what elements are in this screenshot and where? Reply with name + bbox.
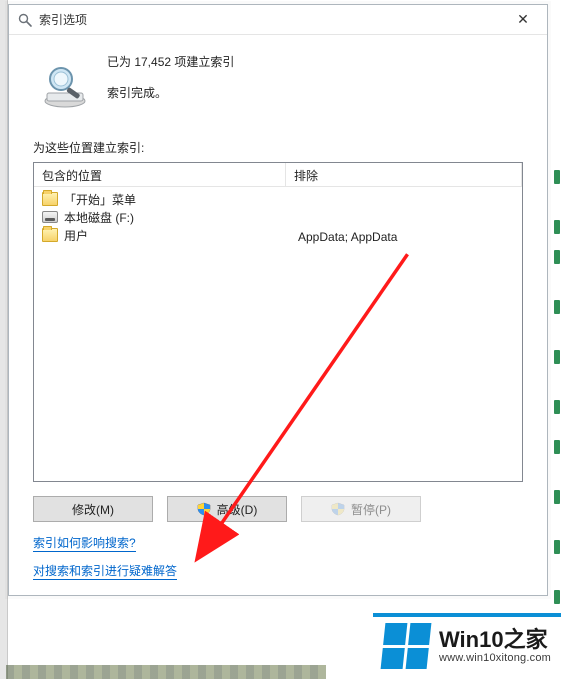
watermark: Win10之家 www.win10xitong.com	[373, 613, 561, 675]
buttons-row: 修改(M) 高级(D)	[33, 496, 523, 522]
modify-label: 修改(M)	[72, 501, 114, 518]
locations-list: 包含的位置 排除 「开始」菜单 本地磁盘 (F:) 用户	[33, 162, 523, 482]
advanced-label: 高级(D)	[217, 501, 258, 518]
link-how-affect-search[interactable]: 索引如何影响搜索?	[33, 534, 136, 552]
indexing-options-dialog: 索引选项 ✕ 已为 17,452 项建立索引 索引完成。 为这些位置建立索引:	[8, 4, 548, 596]
pause-label: 暂停(P)	[351, 501, 391, 518]
uac-shield-icon	[331, 502, 345, 516]
app-left-strip	[0, 0, 8, 679]
taskbar-fragment	[6, 665, 326, 679]
link-troubleshoot[interactable]: 对搜索和索引进行疑难解答	[33, 562, 177, 580]
help-links: 索引如何影响搜索? 对搜索和索引进行疑难解答	[33, 534, 523, 590]
list-item[interactable]: 「开始」菜单	[40, 190, 280, 208]
disk-icon	[42, 211, 58, 223]
excluded-column-body: AppData; AppData	[286, 187, 522, 481]
dialog-content: 已为 17,452 项建立索引 索引完成。 为这些位置建立索引: 包含的位置 排…	[9, 35, 547, 595]
uac-shield-icon	[197, 502, 211, 516]
list-item[interactable]: 用户	[40, 226, 280, 244]
watermark-sub: www.win10xitong.com	[439, 652, 551, 664]
close-icon: ✕	[517, 11, 529, 28]
close-button[interactable]: ✕	[505, 8, 541, 32]
status-texts: 已为 17,452 项建立索引 索引完成。	[107, 53, 234, 101]
item-label: 用户	[64, 227, 88, 244]
list-item[interactable]: 本地磁盘 (F:)	[40, 208, 280, 226]
folder-icon	[42, 228, 58, 242]
advanced-button[interactable]: 高级(D)	[167, 496, 287, 522]
status-row: 已为 17,452 项建立索引 索引完成。	[33, 53, 523, 111]
included-column-body: 「开始」菜单 本地磁盘 (F:) 用户	[34, 187, 286, 481]
list-header: 包含的位置 排除	[34, 163, 522, 187]
exclude-value: AppData; AppData	[292, 190, 516, 244]
pause-button: 暂停(P)	[301, 496, 421, 522]
search-options-icon	[17, 12, 33, 28]
item-label: 「开始」菜单	[64, 191, 136, 208]
modify-button[interactable]: 修改(M)	[33, 496, 153, 522]
indexing-status-text: 索引完成。	[107, 84, 234, 101]
watermark-text: Win10之家 www.win10xitong.com	[439, 628, 551, 664]
list-body: 「开始」菜单 本地磁盘 (F:) 用户 AppData; AppData	[34, 187, 522, 481]
windows-logo-icon	[381, 623, 432, 669]
magnifier-illustration-icon	[39, 59, 91, 111]
locations-section-label: 为这些位置建立索引:	[33, 139, 523, 156]
titlebar: 索引选项 ✕	[9, 5, 547, 35]
indexed-count-text: 已为 17,452 项建立索引	[107, 53, 234, 70]
folder-icon	[42, 192, 58, 206]
window-title: 索引选项	[39, 11, 505, 28]
column-included[interactable]: 包含的位置	[34, 163, 286, 187]
background-sidebar	[553, 0, 561, 679]
watermark-title: Win10之家	[439, 628, 551, 652]
column-excluded[interactable]: 排除	[286, 163, 522, 187]
item-label: 本地磁盘 (F:)	[64, 209, 134, 226]
